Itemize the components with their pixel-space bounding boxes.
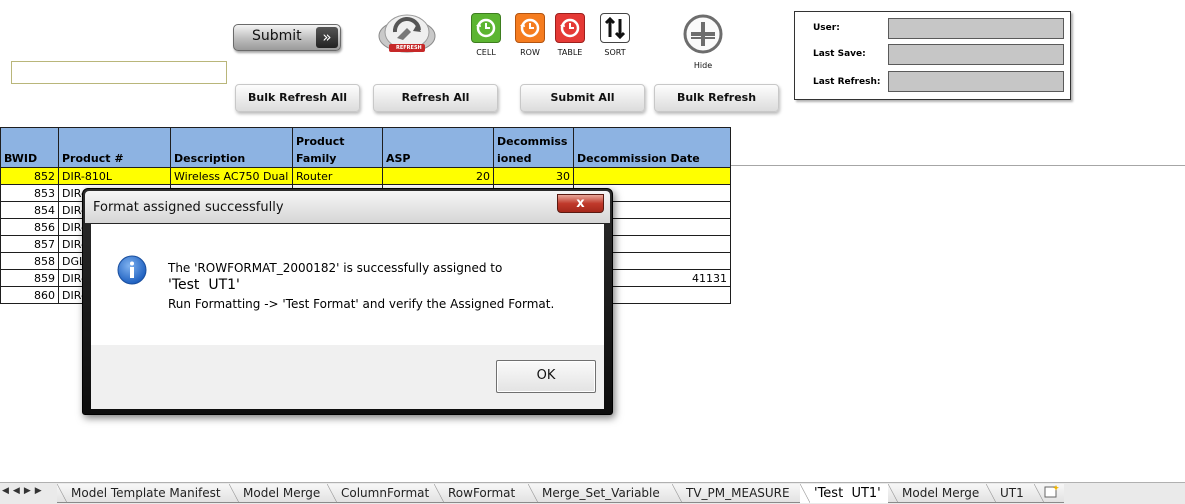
sort-caption: SORT: [604, 48, 626, 57]
cell[interactable]: 857: [0, 235, 59, 253]
cell[interactable]: 854: [0, 201, 59, 219]
header-bwid[interactable]: BWID: [0, 127, 59, 168]
name-box-input[interactable]: [11, 61, 227, 84]
row-refresh-button[interactable]: ROW: [510, 13, 550, 57]
cell[interactable]: 20: [382, 167, 494, 185]
message-dialog: Format assigned successfully x The 'ROWF…: [82, 188, 613, 415]
cell-refresh-button[interactable]: CELL: [466, 13, 506, 57]
cell-refresh-icon: [471, 13, 501, 43]
ok-button[interactable]: OK: [496, 360, 596, 393]
dialog-message-line2: 'Test UT1': [168, 277, 240, 293]
table-row: 852 DIR-810L Wireless AC750 Dual Router …: [0, 167, 731, 185]
refresh-button[interactable]: REFRESH: [377, 10, 437, 56]
row-caption: ROW: [520, 48, 540, 57]
header-asp[interactable]: ASP: [382, 127, 494, 168]
cell[interactable]: 853: [0, 184, 59, 202]
last-save-value: [888, 44, 1064, 65]
bulk-refresh-button[interactable]: Bulk Refresh: [654, 84, 779, 112]
insert-sheet-icon: [1044, 485, 1059, 498]
tab-test-ut1[interactable]: 'Test UT1': [800, 484, 888, 503]
info-icon: [117, 255, 147, 285]
dialog-titlebar[interactable]: Format assigned successfully x: [85, 191, 610, 223]
tab-tv-pm-measure[interactable]: TV_PM_MEASURE: [672, 484, 800, 503]
header-product[interactable]: Product #: [58, 127, 171, 168]
table-header-row: BWID Product # Description Product Famil…: [0, 127, 731, 168]
tab-ut1[interactable]: UT1: [986, 484, 1034, 503]
user-label: User:: [813, 23, 840, 33]
submit-button-label: Submit: [252, 28, 302, 44]
cell[interactable]: 858: [0, 252, 59, 270]
last-refresh-value: [888, 71, 1064, 92]
circle-plus-icon: [683, 14, 723, 54]
info-panel: User: Last Save: Last Refresh:: [794, 11, 1071, 100]
cell[interactable]: [573, 167, 731, 185]
dialog-title: Format assigned successfully: [93, 200, 284, 215]
header-description[interactable]: Description: [170, 127, 293, 168]
table-refresh-icon: [555, 13, 585, 43]
double-chevron-right-icon: »: [316, 27, 338, 48]
dialog-footer: OK: [91, 345, 604, 409]
refresh-all-button[interactable]: Refresh All: [373, 84, 498, 112]
tab-model-merge[interactable]: Model Merge: [229, 484, 327, 503]
tab-model-merge-2[interactable]: Model Merge: [888, 484, 986, 503]
sort-button[interactable]: SORT: [595, 13, 635, 57]
hide-caption: Hide: [693, 61, 713, 70]
cell-caption: CELL: [476, 48, 496, 57]
sheet-tab-bar: ◀◀▶▶ Model Template Manifest Model Merge…: [0, 482, 1185, 504]
table-refresh-button[interactable]: TABLE: [550, 13, 590, 57]
table-caption: TABLE: [557, 48, 583, 57]
row-refresh-icon: [515, 13, 545, 43]
tab-model-template-manifest[interactable]: Model Template Manifest: [57, 484, 229, 503]
tab-column-format[interactable]: ColumnFormat: [327, 484, 434, 503]
dialog-message-line3: Run Formatting -> 'Test Format' and veri…: [168, 297, 555, 311]
bulk-refresh-all-button[interactable]: Bulk Refresh All: [235, 84, 360, 112]
header-product-family[interactable]: Product Family: [292, 127, 383, 168]
last-save-label: Last Save:: [813, 49, 866, 59]
close-icon: x: [576, 196, 585, 211]
cell[interactable]: Router: [292, 167, 383, 185]
tab-row-format[interactable]: RowFormat: [434, 484, 528, 503]
cell[interactable]: Wireless AC750 Dual: [170, 167, 293, 185]
close-button[interactable]: x: [557, 194, 604, 213]
dialog-body: The 'ROWFORMAT_2000182' is successfully …: [91, 224, 604, 345]
cell[interactable]: 859: [0, 269, 59, 287]
dialog-message-line1: The 'ROWFORMAT_2000182' is successfully …: [168, 261, 503, 275]
cell[interactable]: 856: [0, 218, 59, 236]
submit-all-button[interactable]: Submit All: [520, 84, 645, 112]
insert-sheet-button[interactable]: [1034, 484, 1064, 503]
cell[interactable]: 30: [493, 167, 574, 185]
cell[interactable]: 852: [0, 167, 59, 185]
cell[interactable]: 860: [0, 286, 59, 304]
hide-button[interactable]: Hide: [678, 14, 728, 70]
last-refresh-label: Last Refresh:: [813, 77, 881, 87]
user-value: [888, 18, 1064, 39]
sort-icon: [600, 13, 630, 43]
tab-merge-set-variable[interactable]: Merge_Set_Variable: [528, 484, 672, 503]
sheet-nav-arrows-icon[interactable]: ◀◀▶▶: [2, 486, 46, 496]
header-decommissioned[interactable]: Decommissioned: [493, 127, 574, 168]
header-decommission-date[interactable]: Decommission Date: [573, 127, 731, 168]
submit-button[interactable]: Submit »: [233, 24, 341, 51]
cell[interactable]: DIR-810L: [58, 167, 171, 185]
refresh-caption: REFRESH: [396, 45, 422, 51]
